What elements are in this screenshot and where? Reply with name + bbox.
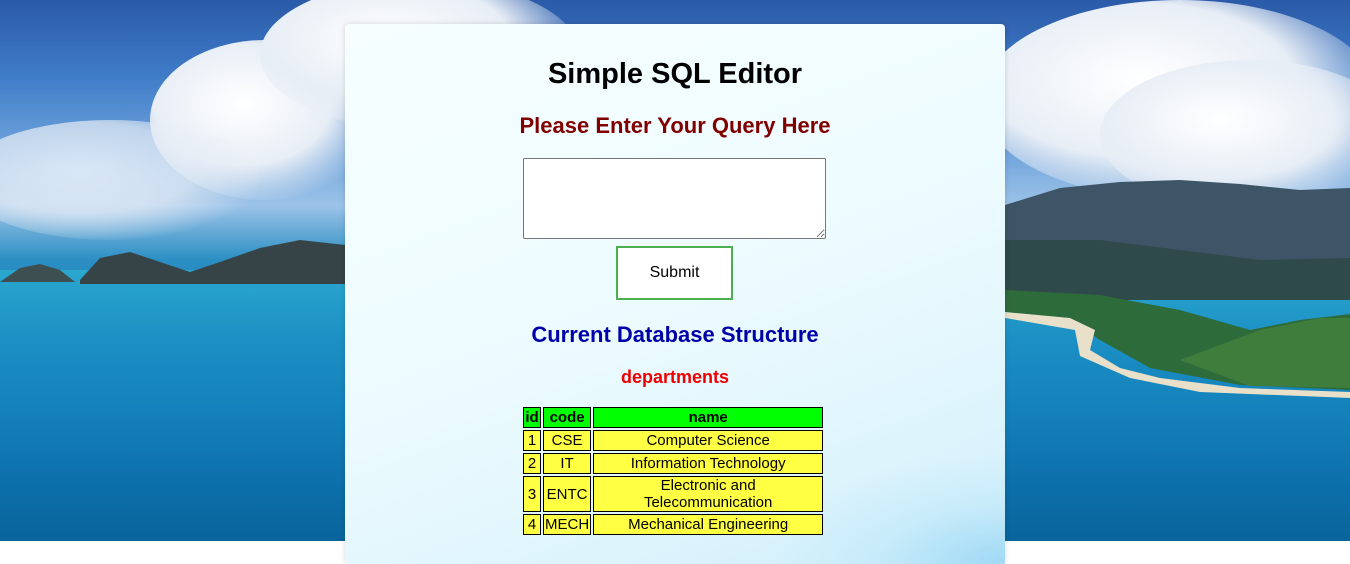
table-header-row: id code name [523, 407, 824, 428]
table-name-departments: departments [620, 367, 730, 387]
cell-id: 4 [523, 514, 541, 535]
query-textarea[interactable] [523, 158, 826, 239]
table-row: 3 ENTC Electronic and Telecommunication [523, 476, 824, 512]
database-structure-heading: Current Database Structure [531, 322, 819, 347]
column-header-code: code [543, 407, 592, 428]
cell-id: 1 [523, 430, 541, 451]
query-prompt-heading: Please Enter Your Query Here [519, 113, 831, 138]
cell-name: Electronic and Telecommunication [593, 476, 824, 512]
table-row: 2 IT Information Technology [523, 453, 824, 474]
departments-table: id code name 1 CSE Computer Science 2 IT… [521, 405, 825, 537]
editor-panel: Simple SQL Editor Please Enter Your Quer… [345, 24, 1005, 564]
cell-id: 3 [523, 476, 541, 512]
cell-code: ENTC [543, 476, 592, 512]
cell-name: Computer Science [593, 430, 824, 451]
submit-button[interactable]: Submit [616, 246, 733, 300]
column-header-id: id [523, 407, 541, 428]
cell-name: Information Technology [593, 453, 824, 474]
cell-code: MECH [543, 514, 592, 535]
table-row: 4 MECH Mechanical Engineering [523, 514, 824, 535]
cell-id: 2 [523, 453, 541, 474]
cell-code: IT [543, 453, 592, 474]
page-title: Simple SQL Editor [547, 58, 803, 90]
cell-code: CSE [543, 430, 592, 451]
column-header-name: name [593, 407, 824, 428]
cell-name: Mechanical Engineering [593, 514, 824, 535]
table-row: 1 CSE Computer Science [523, 430, 824, 451]
